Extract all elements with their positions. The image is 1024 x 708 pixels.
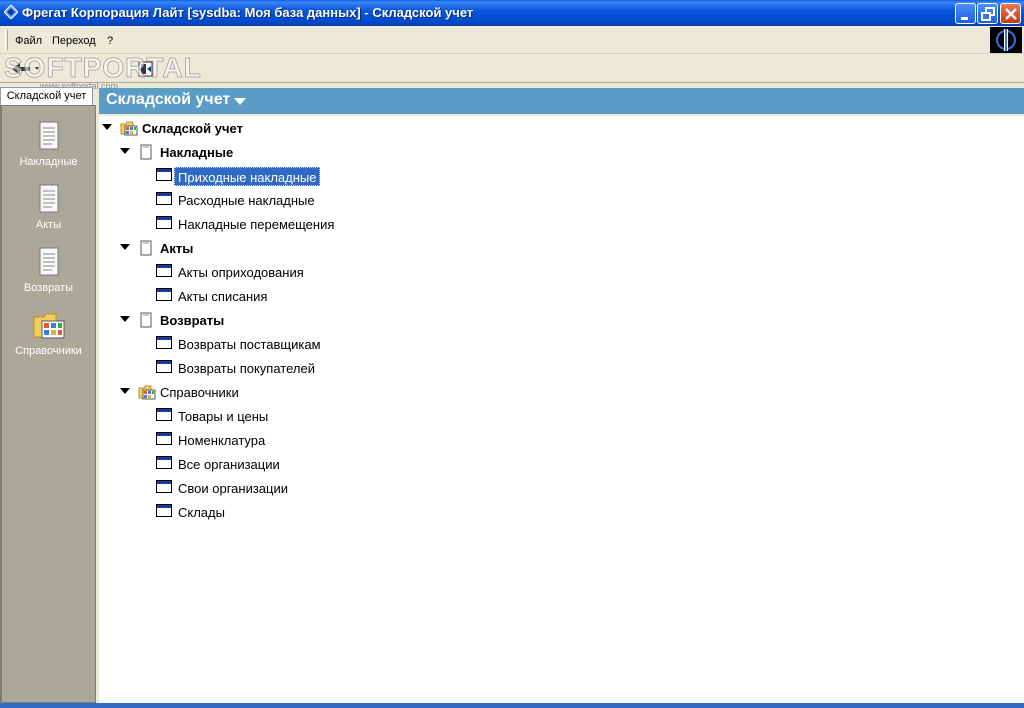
document-icon bbox=[39, 121, 59, 150]
document-icon bbox=[140, 144, 152, 160]
tree-item-label: Склады bbox=[178, 505, 225, 520]
tree-node-label: Возвраты bbox=[160, 313, 225, 328]
menu-help[interactable]: ? bbox=[107, 35, 113, 47]
tree-item-receipt-acts[interactable]: Акты оприходования bbox=[156, 262, 456, 282]
restore-button[interactable] bbox=[977, 3, 998, 24]
nav-item-acts[interactable]: Акты bbox=[2, 183, 95, 243]
window-icon bbox=[156, 456, 172, 469]
expand-arrow-icon[interactable] bbox=[120, 148, 130, 156]
window-icon bbox=[156, 480, 172, 493]
nav-item-returns[interactable]: Возвраты bbox=[2, 246, 95, 306]
tree-item-warehouses[interactable]: Склады bbox=[156, 502, 456, 522]
tree-item-incoming-invoices[interactable]: Приходные накладные bbox=[156, 166, 456, 186]
close-button[interactable] bbox=[1000, 3, 1021, 24]
tree-item-label: Возвраты покупателей bbox=[178, 361, 315, 376]
tree-item-supplier-returns[interactable]: Возвраты поставщикам bbox=[156, 334, 456, 354]
window-icon bbox=[156, 432, 172, 445]
nav-item-invoices[interactable]: Накладные bbox=[2, 120, 95, 180]
logo-icon bbox=[996, 29, 1016, 51]
tree-node-label: Акты bbox=[160, 241, 194, 256]
tree-item-all-organizations[interactable]: Все организации bbox=[156, 454, 456, 474]
nav-tab-warehouse[interactable]: Складской учет bbox=[0, 87, 93, 106]
expand-arrow-icon[interactable] bbox=[120, 316, 130, 324]
page-title[interactable]: Складской учет bbox=[106, 91, 230, 109]
tree-group-returns[interactable]: Возвраты bbox=[120, 310, 420, 330]
document-icon bbox=[39, 247, 59, 276]
nav-item-label: Справочники bbox=[15, 345, 82, 357]
expand-arrow-icon[interactable] bbox=[120, 244, 130, 252]
toolbar bbox=[0, 55, 1024, 83]
window-icon bbox=[156, 504, 172, 517]
tree-item-nomenclature[interactable]: Номенклатура bbox=[156, 430, 456, 450]
tree-item-label: Накладные перемещения bbox=[178, 217, 335, 232]
chevron-down-icon[interactable] bbox=[233, 97, 247, 107]
window-title: Фрегат Корпорация Лайт [sysdba: Моя база… bbox=[22, 5, 474, 20]
tree-node-label: Складской учет bbox=[142, 121, 243, 136]
window-icon bbox=[156, 264, 172, 277]
tree-group-acts[interactable]: Акты bbox=[120, 238, 420, 258]
folder-grid-icon bbox=[33, 313, 65, 339]
tree-group-invoices[interactable]: Накладные bbox=[120, 142, 420, 162]
window-icon bbox=[156, 192, 172, 205]
window-icon bbox=[156, 336, 172, 349]
tree-item-writeoff-acts[interactable]: Акты списания bbox=[156, 286, 456, 306]
document-icon bbox=[140, 312, 152, 328]
tree-item-label: Приходные накладные bbox=[174, 167, 321, 186]
tree-item-own-organizations[interactable]: Свои организации bbox=[156, 478, 456, 498]
nav-item-label: Возвраты bbox=[23, 282, 74, 294]
window-icon bbox=[156, 216, 172, 229]
tree-item-label: Все организации bbox=[178, 457, 280, 472]
tree-view: Складской учет Накладные Приходные накла… bbox=[99, 116, 1024, 703]
folder-grid-icon bbox=[120, 121, 138, 136]
exit-icon[interactable] bbox=[138, 59, 154, 79]
nav-item-directories[interactable]: Справочники bbox=[2, 309, 95, 369]
content-header: Складской учет bbox=[99, 88, 1024, 114]
window-bottom-border bbox=[0, 703, 1024, 708]
tree-item-label: Номенклатура bbox=[178, 433, 266, 448]
restore-icon bbox=[981, 7, 995, 21]
window-icon bbox=[156, 288, 172, 301]
folder-grid-icon bbox=[138, 385, 156, 400]
nav-item-label: Накладные bbox=[19, 156, 78, 168]
document-icon bbox=[140, 240, 152, 256]
nav-panel: Накладные Акты Возвраты Справочники bbox=[0, 105, 96, 703]
tree-item-outgoing-invoices[interactable]: Расходные накладные bbox=[156, 190, 456, 210]
menu-file[interactable]: Файл bbox=[15, 35, 42, 47]
minimize-button[interactable] bbox=[955, 3, 976, 24]
expand-arrow-icon[interactable] bbox=[102, 124, 112, 132]
menu-grip[interactable] bbox=[5, 30, 8, 50]
tree-item-label: Возвраты поставщикам bbox=[178, 337, 321, 352]
app-logo bbox=[990, 27, 1022, 53]
window-icon bbox=[156, 360, 172, 373]
tree-item-label: Расходные накладные bbox=[178, 193, 315, 208]
nav-item-label: Акты bbox=[35, 219, 62, 231]
app-icon bbox=[4, 5, 18, 19]
tree-group-directories[interactable]: Справочники bbox=[120, 382, 420, 402]
tree-item-label: Товары и цены bbox=[178, 409, 269, 424]
document-icon bbox=[39, 184, 59, 213]
window-icon bbox=[156, 168, 172, 181]
minimize-icon bbox=[961, 17, 968, 20]
menu-bar: Файл Переход ? bbox=[0, 26, 1024, 54]
menu-go[interactable]: Переход bbox=[52, 35, 96, 47]
window-icon bbox=[156, 408, 172, 421]
title-bar[interactable]: Фрегат Корпорация Лайт [sysdba: Моя база… bbox=[0, 0, 1024, 26]
close-icon bbox=[1005, 8, 1017, 20]
tree-item-customer-returns[interactable]: Возвраты покупателей bbox=[156, 358, 456, 378]
back-icon[interactable] bbox=[8, 59, 42, 79]
tree-item-label: Акты оприходования bbox=[178, 265, 304, 280]
tree-item-label: Свои организации bbox=[178, 481, 288, 496]
tree-node-label: Накладные bbox=[160, 145, 234, 160]
tree-item-label: Акты списания bbox=[178, 289, 268, 304]
tree-node-label: Справочники bbox=[160, 385, 239, 400]
tree-item-transfer-invoices[interactable]: Накладные перемещения bbox=[156, 214, 456, 234]
tree-node-root[interactable]: Складской учет bbox=[102, 118, 402, 138]
tree-item-goods-prices[interactable]: Товары и цены bbox=[156, 406, 456, 426]
expand-arrow-icon[interactable] bbox=[120, 388, 130, 396]
